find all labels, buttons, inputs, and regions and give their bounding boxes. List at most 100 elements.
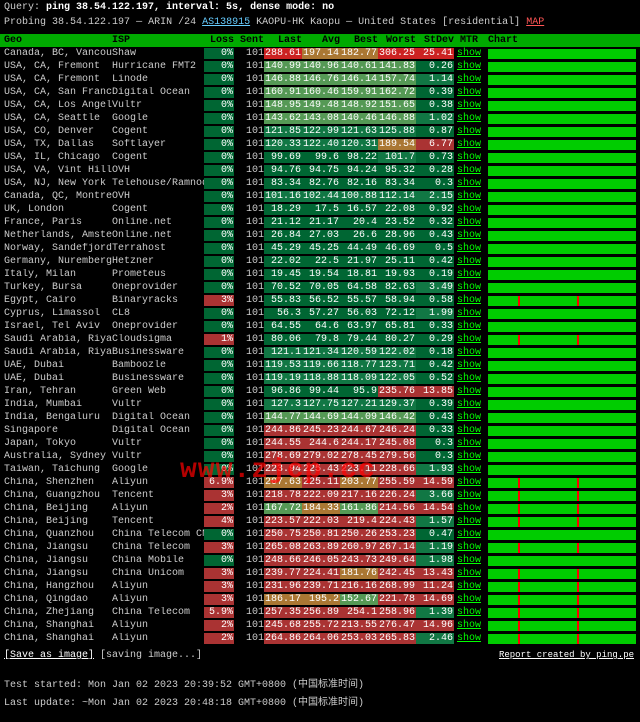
mtr-link[interactable]: show — [457, 48, 481, 59]
cell-last: 56.3 — [264, 308, 302, 319]
cell-sent: 101 — [234, 594, 264, 605]
credit-link[interactable]: Report created by ping.pe — [499, 650, 634, 660]
cell-isp: Hetzner — [112, 256, 204, 267]
cell-loss: 0% — [204, 165, 234, 176]
mtr-link[interactable]: show — [457, 204, 481, 215]
cell-best: 213.55 — [340, 620, 378, 631]
mtr-link[interactable]: show — [457, 360, 481, 371]
mtr-link[interactable]: show — [457, 620, 481, 631]
mtr-link[interactable]: show — [457, 347, 481, 358]
cell-sent: 101 — [234, 48, 264, 59]
cell-best: 98.22 — [340, 152, 378, 163]
cell-isp: Businessware — [112, 373, 204, 384]
mtr-link[interactable]: show — [457, 581, 481, 592]
mtr-link[interactable]: show — [457, 217, 481, 228]
cell-stdev: 13.43 — [416, 568, 454, 579]
mtr-link[interactable]: show — [457, 386, 481, 397]
mtr-link[interactable]: show — [457, 568, 481, 579]
cell-isp: Vultr — [112, 399, 204, 410]
mtr-link[interactable]: show — [457, 399, 481, 410]
chart-cell — [484, 504, 636, 514]
cell-avg: 143.08 — [302, 113, 340, 124]
mtr-link[interactable]: show — [457, 516, 481, 527]
mtr-link[interactable]: show — [457, 100, 481, 111]
table-row: USA, NJ, New YorkTelehouse/Ramnode0%1018… — [0, 177, 640, 190]
chart-cell — [484, 179, 636, 189]
mtr-link[interactable]: show — [457, 243, 481, 254]
mtr-link[interactable]: show — [457, 61, 481, 72]
cell-last: 207.63 — [264, 477, 302, 488]
cell-geo: USA, CA, San Francisco — [4, 87, 112, 98]
mtr-link[interactable]: show — [457, 503, 481, 514]
chart-cell — [484, 283, 636, 293]
mtr-link[interactable]: show — [457, 451, 481, 462]
mtr-link[interactable]: show — [457, 126, 481, 137]
mtr-link[interactable]: show — [457, 633, 481, 644]
mtr-link[interactable]: show — [457, 139, 481, 150]
mtr-link[interactable]: show — [457, 555, 481, 566]
mtr-link[interactable]: show — [457, 373, 481, 384]
cell-loss: 0% — [204, 61, 234, 72]
cell-isp: China Unicom — [112, 568, 204, 579]
mtr-link[interactable]: show — [457, 87, 481, 98]
cell-stdev: 1.19 — [416, 542, 454, 553]
mtr-link[interactable]: show — [457, 165, 481, 176]
mtr-link[interactable]: show — [457, 152, 481, 163]
table-row: China, BeijingTencent4%101223.57222.0321… — [0, 515, 640, 528]
mtr-link[interactable]: show — [457, 438, 481, 449]
mtr-link[interactable]: show — [457, 490, 481, 501]
mtr-link[interactable]: show — [457, 295, 481, 306]
cell-stdev: 0.43 — [416, 230, 454, 241]
cell-loss: 0% — [204, 48, 234, 59]
table-row: USA, CO, DenverCogent0%101121.85122.9912… — [0, 125, 640, 138]
asn-link[interactable]: AS138915 — [202, 17, 250, 28]
mtr-link[interactable]: show — [457, 230, 481, 241]
mtr-link[interactable]: show — [457, 308, 481, 319]
cell-last: 80.06 — [264, 334, 302, 345]
mtr-link[interactable]: show — [457, 607, 481, 618]
chart-cell — [484, 387, 636, 397]
cell-loss: 0% — [204, 87, 234, 98]
mtr-link[interactable]: show — [457, 282, 481, 293]
mtr-link[interactable]: show — [457, 113, 481, 124]
mtr-link[interactable]: show — [457, 269, 481, 280]
cell-loss: 0% — [204, 386, 234, 397]
cell-best: 250.26 — [340, 529, 378, 540]
mtr-link[interactable]: show — [457, 74, 481, 85]
mtr-link[interactable]: show — [457, 334, 481, 345]
chart-cell — [484, 88, 636, 98]
cell-loss: 0% — [204, 204, 234, 215]
mtr-link[interactable]: show — [457, 477, 481, 488]
cell-last: 121.85 — [264, 126, 302, 137]
cell-geo: China, Qingdao — [4, 594, 112, 605]
cell-stdev: 1.39 — [416, 607, 454, 618]
chart-cell — [484, 634, 636, 644]
cell-isp: Vultr — [112, 438, 204, 449]
mtr-link[interactable]: show — [457, 594, 481, 605]
table-row: UAE, DubaiBusinessware0%101119.19118.881… — [0, 372, 640, 385]
map-link[interactable]: MAP — [526, 17, 544, 28]
mtr-link[interactable]: show — [457, 425, 481, 436]
mtr-link[interactable]: show — [457, 191, 481, 202]
cell-sent: 101 — [234, 451, 264, 462]
cell-worst: 214.56 — [378, 503, 416, 514]
cell-isp: Aliyun — [112, 503, 204, 514]
cell-stdev: 6.77 — [416, 139, 454, 150]
mtr-link[interactable]: show — [457, 178, 481, 189]
cell-best: 223.11 — [340, 464, 378, 475]
table-row: Canada, QC, MontrealOVH0%101101.16102.44… — [0, 190, 640, 203]
cell-loss: 0% — [204, 399, 234, 410]
cell-sent: 101 — [234, 555, 264, 566]
mtr-link[interactable]: show — [457, 412, 481, 423]
cell-stdev: 11.24 — [416, 581, 454, 592]
mtr-link[interactable]: show — [457, 256, 481, 267]
save-image-link[interactable]: [Save as image] — [4, 650, 94, 661]
mtr-link[interactable]: show — [457, 321, 481, 332]
table-row: China, ShanghaiAliyun2%101264.86264.0625… — [0, 632, 640, 645]
mtr-link[interactable]: show — [457, 529, 481, 540]
mtr-link[interactable]: show — [457, 542, 481, 553]
mtr-link[interactable]: show — [457, 464, 481, 475]
cell-avg: 255.72 — [302, 620, 340, 631]
cell-stdev: 0.58 — [416, 295, 454, 306]
cell-loss: 2% — [204, 503, 234, 514]
